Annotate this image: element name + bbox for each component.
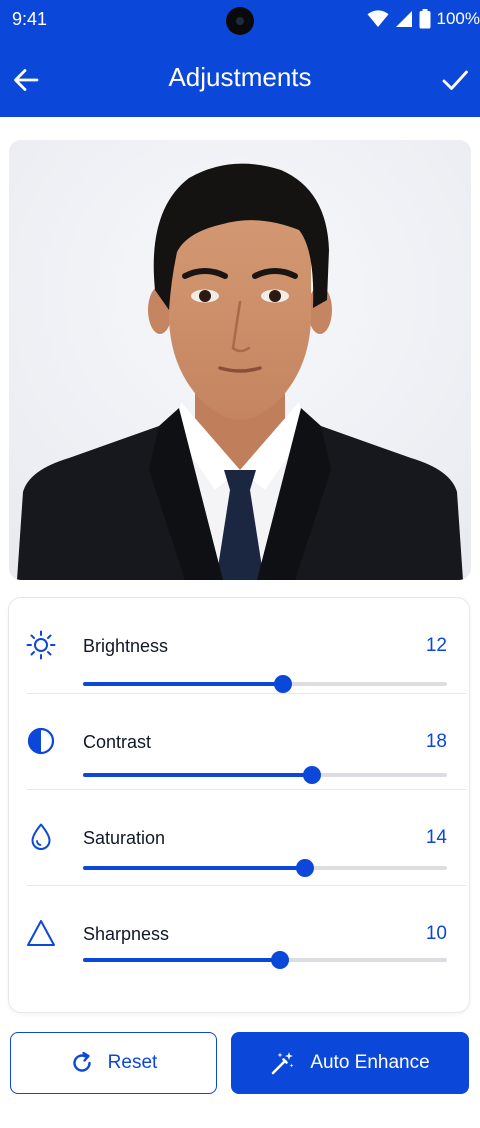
app-header: 9:41 100% Adjustments xyxy=(0,0,480,117)
sharpness-row: Sharpness 10 xyxy=(9,886,469,982)
sharpness-slider[interactable] xyxy=(83,950,447,970)
sharpness-label: Sharpness xyxy=(83,924,170,944)
cellular-signal-icon xyxy=(395,11,412,27)
front-camera xyxy=(226,7,254,35)
sun-icon xyxy=(26,630,56,660)
saturation-slider[interactable] xyxy=(83,858,447,878)
brightness-value: 12 xyxy=(425,635,447,656)
auto-enhance-label: Auto Enhance xyxy=(310,1052,430,1073)
slider-fill xyxy=(83,866,306,870)
wifi-icon xyxy=(367,10,389,27)
confirm-button[interactable] xyxy=(441,66,469,94)
slider-thumb[interactable] xyxy=(296,859,315,877)
contrast-value: 18 xyxy=(425,731,447,752)
battery-icon xyxy=(419,9,431,29)
contrast-icon xyxy=(27,727,55,755)
slider-thumb[interactable] xyxy=(274,675,293,693)
checkmark-icon xyxy=(442,70,468,90)
saturation-row: Saturation 14 xyxy=(9,790,469,886)
adjustments-panel: Brightness 12 Contrast 18 Saturation 14 xyxy=(9,598,469,1012)
slider-fill xyxy=(83,958,280,962)
triangle-icon xyxy=(27,920,55,946)
saturation-label: Saturation xyxy=(83,828,166,848)
status-icons: 100% xyxy=(367,8,480,30)
photo-preview xyxy=(9,140,471,580)
slider-fill xyxy=(83,773,313,777)
status-time: 9:41 xyxy=(12,9,48,29)
magic-wand-icon xyxy=(272,1052,294,1075)
brightness-row: Brightness 12 xyxy=(9,598,469,694)
brightness-slider[interactable] xyxy=(83,674,447,694)
brightness-label: Brightness xyxy=(83,636,169,656)
slider-thumb[interactable] xyxy=(303,766,322,784)
status-bar: 9:41 100% xyxy=(0,0,480,40)
saturation-value: 14 xyxy=(425,827,447,848)
slider-thumb[interactable] xyxy=(270,951,289,969)
contrast-label: Contrast xyxy=(83,732,152,752)
slider-fill xyxy=(83,682,284,686)
reset-button[interactable]: Reset xyxy=(10,1032,217,1094)
contrast-row: Contrast 18 xyxy=(9,694,469,790)
reset-label: Reset xyxy=(107,1052,158,1073)
contrast-slider[interactable] xyxy=(83,765,447,785)
portrait-photo xyxy=(9,140,471,580)
auto-enhance-button[interactable]: Auto Enhance xyxy=(231,1032,469,1094)
droplet-icon xyxy=(31,823,51,850)
sharpness-value: 10 xyxy=(425,923,447,944)
page-title: Adjustments xyxy=(168,62,312,92)
refresh-icon xyxy=(72,1051,91,1072)
battery-percentage: 100% xyxy=(436,9,480,28)
